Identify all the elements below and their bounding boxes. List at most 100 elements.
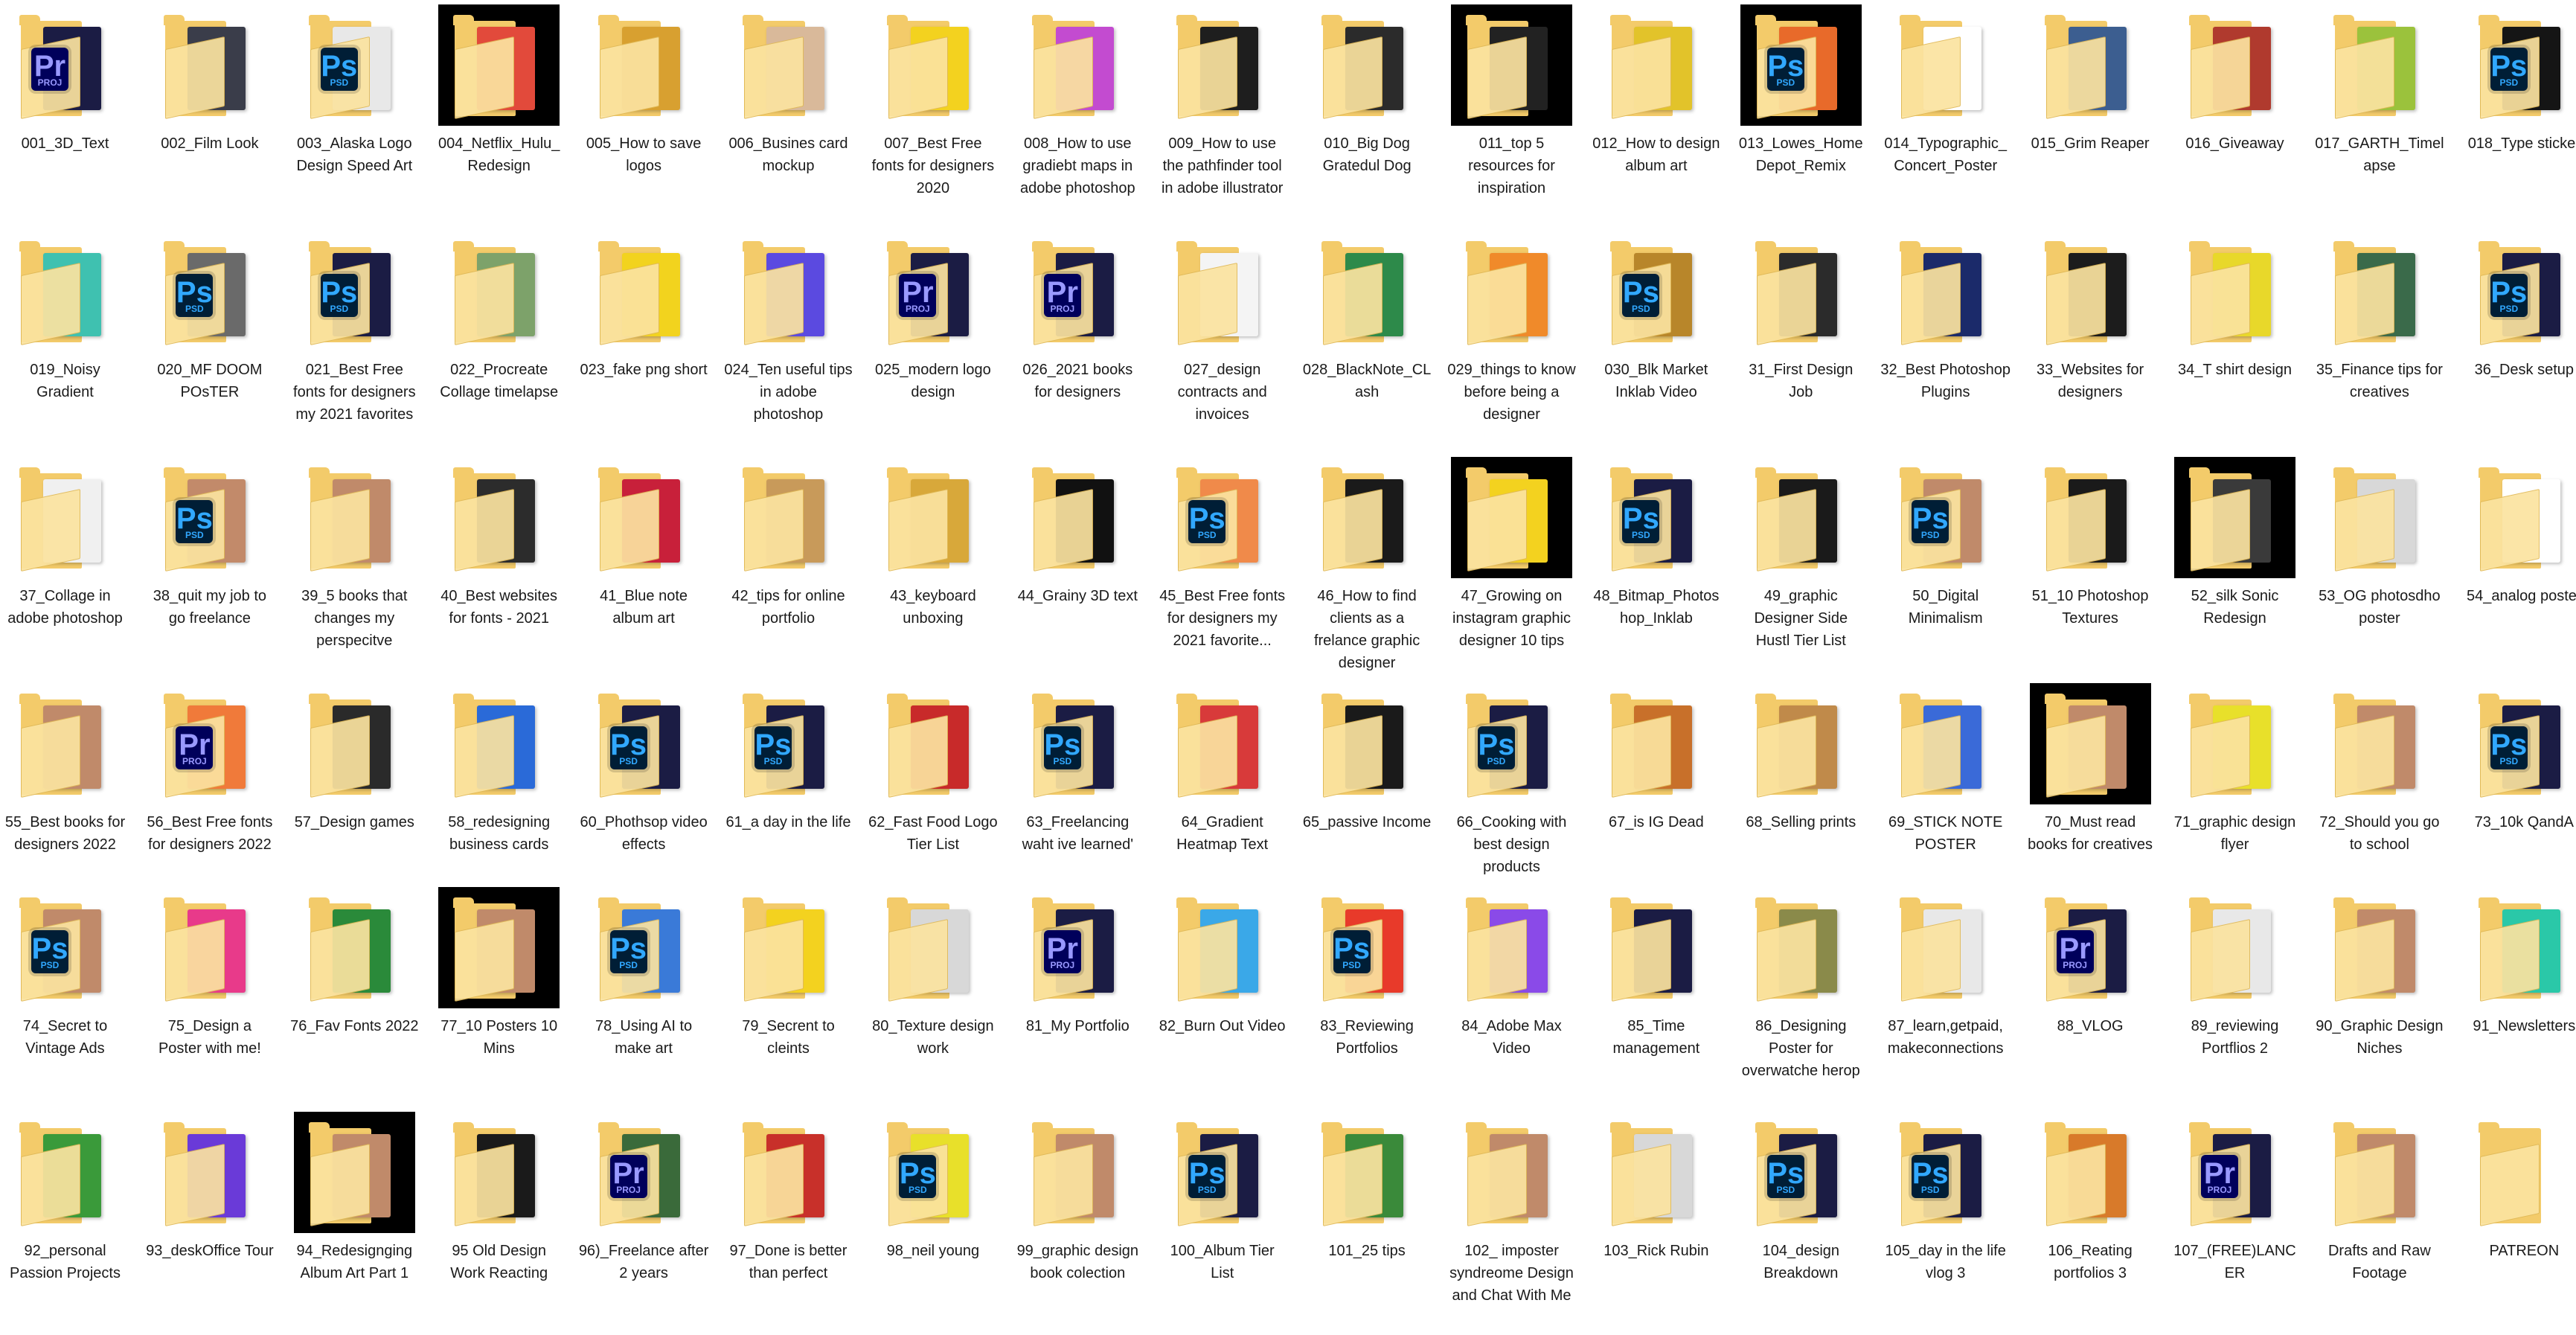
folder-item[interactable]: 82_Burn Out Video xyxy=(1157,887,1287,1110)
folder-item[interactable]: 019_Noisy Gradient xyxy=(0,231,130,454)
folder-item[interactable]: Ps PSD 50_Digital Minimalism xyxy=(1880,457,2011,680)
folder-item[interactable]: 31_First Design Job xyxy=(1736,231,1866,454)
folder-item[interactable]: 80_Texture design work xyxy=(868,887,998,1110)
folder-item[interactable]: 51_10 Photoshop Textures xyxy=(2025,457,2156,680)
folder-item[interactable]: 79_Secrent to cleints xyxy=(723,887,853,1110)
folder-item[interactable]: Ps PSD 104_design Breakdown xyxy=(1736,1112,1866,1335)
folder-item[interactable]: 71_graphic design flyer xyxy=(2170,683,2300,906)
folder-item[interactable]: Pr PROJ 96)_Freelance after 2 years xyxy=(579,1112,709,1335)
folder-item[interactable]: 84_Adobe Max Video xyxy=(1446,887,1577,1110)
folder-item[interactable]: Pr PROJ 025_modern logo design xyxy=(868,231,998,454)
folder-item[interactable]: 022_Procreate Collage timelapse xyxy=(434,231,564,454)
folder-item[interactable]: 53_OG photosdho poster xyxy=(2314,457,2444,680)
folder-item[interactable]: 75_Design a Poster with me! xyxy=(144,887,275,1110)
folder-item[interactable]: 42_tips for online portfolio xyxy=(723,457,853,680)
folder-item[interactable]: Ps PSD 36_Desk setup xyxy=(2459,231,2576,454)
folder-item[interactable]: 39_5 books that changes my perspecitve xyxy=(289,457,420,680)
folder-item[interactable]: Ps PSD 020_MF DOOM POsTER xyxy=(144,231,275,454)
folder-item[interactable]: 002_Film Look xyxy=(144,4,275,228)
folder-item[interactable]: 40_Best websites for fonts - 2021 xyxy=(434,457,564,680)
folder-item[interactable]: 93_deskOffice Tour xyxy=(144,1112,275,1335)
folder-item[interactable]: Ps PSD 60_Phothsop video effects xyxy=(579,683,709,906)
folder-item[interactable]: Ps PSD 98_neil young xyxy=(868,1112,998,1335)
folder-item[interactable]: Pr PROJ 026_2021 books for designers xyxy=(1013,231,1143,454)
folder-item[interactable]: 62_Fast Food Logo Tier List xyxy=(868,683,998,906)
folder-item[interactable]: 029_things to know before being a design… xyxy=(1446,231,1577,454)
folder-item[interactable]: 014_Typographic_Concert_Poster xyxy=(1880,4,2011,228)
folder-item[interactable]: Ps PSD 66_Cooking with best design product… xyxy=(1446,683,1577,906)
folder-item[interactable]: 86_Designing Poster for overwatche herop xyxy=(1736,887,1866,1110)
folder-item[interactable]: 52_silk Sonic Redesign xyxy=(2170,457,2300,680)
folder-item[interactable]: 37_Collage in adobe photoshop xyxy=(0,457,130,680)
folder-item[interactable]: 41_Blue note album art xyxy=(579,457,709,680)
folder-item[interactable]: Ps PSD 73_10k QandA xyxy=(2459,683,2576,906)
folder-item[interactable]: 023_fake png short xyxy=(579,231,709,454)
folder-item[interactable]: 89_reviewing Portflios 2 xyxy=(2170,887,2300,1110)
folder-item[interactable]: Ps PSD 45_Best Free fonts for designers my… xyxy=(1157,457,1287,680)
folder-item[interactable]: Pr PROJ 56_Best Free fonts for designers 2… xyxy=(144,683,275,906)
folder-item[interactable]: Pr PROJ 001_3D_Text xyxy=(0,4,130,228)
folder-item[interactable]: 027_design contracts and invoices xyxy=(1157,231,1287,454)
folder-item[interactable]: 46_How to find clients as a frelance gra… xyxy=(1302,457,1432,680)
folder-item[interactable]: 91_Newsletters xyxy=(2459,887,2576,1110)
folder-item[interactable]: 94_Redesignging Album Art Part 1 xyxy=(289,1112,420,1335)
folder-item[interactable]: Ps PSD 021_Best Free fonts for designers m… xyxy=(289,231,420,454)
folder-item[interactable]: Pr PROJ 81_My Portfolio xyxy=(1013,887,1143,1110)
folder-item[interactable]: 49_graphic Designer Side Hustl Tier List xyxy=(1736,457,1866,680)
folder-item[interactable]: 76_Fav Fonts 2022 xyxy=(289,887,420,1110)
folder-item[interactable]: 34_T shirt design xyxy=(2170,231,2300,454)
folder-item[interactable]: 77_10 Posters 10 Mins xyxy=(434,887,564,1110)
folder-item[interactable]: 43_keyboard unboxing xyxy=(868,457,998,680)
folder-item[interactable]: Ps PSD 38_quit my job to go freelance xyxy=(144,457,275,680)
folder-item[interactable]: 97_Done is better than perfect xyxy=(723,1112,853,1335)
folder-item[interactable]: 92_personal Passion Projects xyxy=(0,1112,130,1335)
folder-item[interactable]: 009_How to use the pathfinder tool in ad… xyxy=(1157,4,1287,228)
folder-item[interactable]: 68_Selling prints xyxy=(1736,683,1866,906)
folder-item[interactable]: 54_analog poster xyxy=(2459,457,2576,680)
folder-item[interactable]: Pr PROJ 107_(FREE)LANCER xyxy=(2170,1112,2300,1335)
folder-item[interactable]: 007_Best Free fonts for designers 2020 xyxy=(868,4,998,228)
folder-item[interactable]: 024_Ten useful tips in adobe photoshop xyxy=(723,231,853,454)
folder-item[interactable]: 67_is IG Dead xyxy=(1591,683,1721,906)
folder-item[interactable]: 85_Time management xyxy=(1591,887,1721,1110)
folder-item[interactable]: 011_top 5 resources for inspiration xyxy=(1446,4,1577,228)
folder-item[interactable]: 005_How to save logos xyxy=(579,4,709,228)
folder-item[interactable]: 58_redesigning business cards xyxy=(434,683,564,906)
folder-item[interactable]: Ps PSD 003_Alaska Logo Design Speed Art xyxy=(289,4,420,228)
folder-item[interactable]: 33_Websites for designers xyxy=(2025,231,2156,454)
folder-item[interactable]: Ps PSD 63_Freelancing waht ive learned' xyxy=(1013,683,1143,906)
folder-item[interactable]: 99_graphic design book colection xyxy=(1013,1112,1143,1335)
folder-item[interactable]: 012_How to design album art xyxy=(1591,4,1721,228)
folder-item[interactable]: Ps PSD 013_Lowes_HomeDepot_Remix xyxy=(1736,4,1866,228)
folder-item[interactable]: 016_Giveaway xyxy=(2170,4,2300,228)
folder-item[interactable]: Ps PSD 78_Using AI to make art xyxy=(579,887,709,1110)
folder-item[interactable]: 95 Old Design Work Reacting xyxy=(434,1112,564,1335)
folder-item[interactable]: 102_ imposter syndreome Design and Chat … xyxy=(1446,1112,1577,1335)
folder-item[interactable]: 103_Rick Rubin xyxy=(1591,1112,1721,1335)
folder-item[interactable]: 47_Growing on instagram graphic designer… xyxy=(1446,457,1577,680)
folder-item[interactable]: 65_passive Income xyxy=(1302,683,1432,906)
folder-item[interactable]: Ps PSD 61_a day in the life xyxy=(723,683,853,906)
folder-item[interactable]: Ps PSD 030_Blk Market Inklab Video xyxy=(1591,231,1721,454)
folder-item[interactable]: 008_How to use gradiebt maps in adobe ph… xyxy=(1013,4,1143,228)
folder-item[interactable]: Ps PSD 74_Secret to Vintage Ads xyxy=(0,887,130,1110)
folder-item[interactable]: Ps PSD 100_Album Tier List xyxy=(1157,1112,1287,1335)
folder-item[interactable]: Ps PSD 83_Reviewing Portfolios xyxy=(1302,887,1432,1110)
folder-item[interactable]: 87_learn,getpaid, makeconnections xyxy=(1880,887,2011,1110)
folder-item[interactable]: 55_Best books for designers 2022 xyxy=(0,683,130,906)
folder-item[interactable]: 015_Grim Reaper xyxy=(2025,4,2156,228)
folder-item[interactable]: 69_STICK NOTE POSTER xyxy=(1880,683,2011,906)
folder-item[interactable]: Ps PSD 105_day in the life vlog 3 xyxy=(1880,1112,2011,1335)
folder-item[interactable]: 010_Big Dog Gratedul Dog xyxy=(1302,4,1432,228)
folder-item[interactable]: 57_Design games xyxy=(289,683,420,906)
folder-item[interactable]: Drafts and Raw Footage xyxy=(2314,1112,2444,1335)
folder-item[interactable]: 017_GARTH_Timelapse xyxy=(2314,4,2444,228)
folder-item[interactable]: 004_Netflix_Hulu_Redesign xyxy=(434,4,564,228)
folder-item[interactable]: 90_Graphic Design Niches xyxy=(2314,887,2444,1110)
folder-item[interactable]: Ps PSD 48_Bitmap_Photoshop_Inklab xyxy=(1591,457,1721,680)
folder-item[interactable]: Pr PROJ 88_VLOG xyxy=(2025,887,2156,1110)
folder-item[interactable]: 35_Finance tips for creatives xyxy=(2314,231,2444,454)
folder-item[interactable]: PATREON xyxy=(2459,1112,2576,1335)
folder-item[interactable]: 028_BlackNote_CLash xyxy=(1302,231,1432,454)
folder-item[interactable]: 106_Reating portfolios 3 xyxy=(2025,1112,2156,1335)
